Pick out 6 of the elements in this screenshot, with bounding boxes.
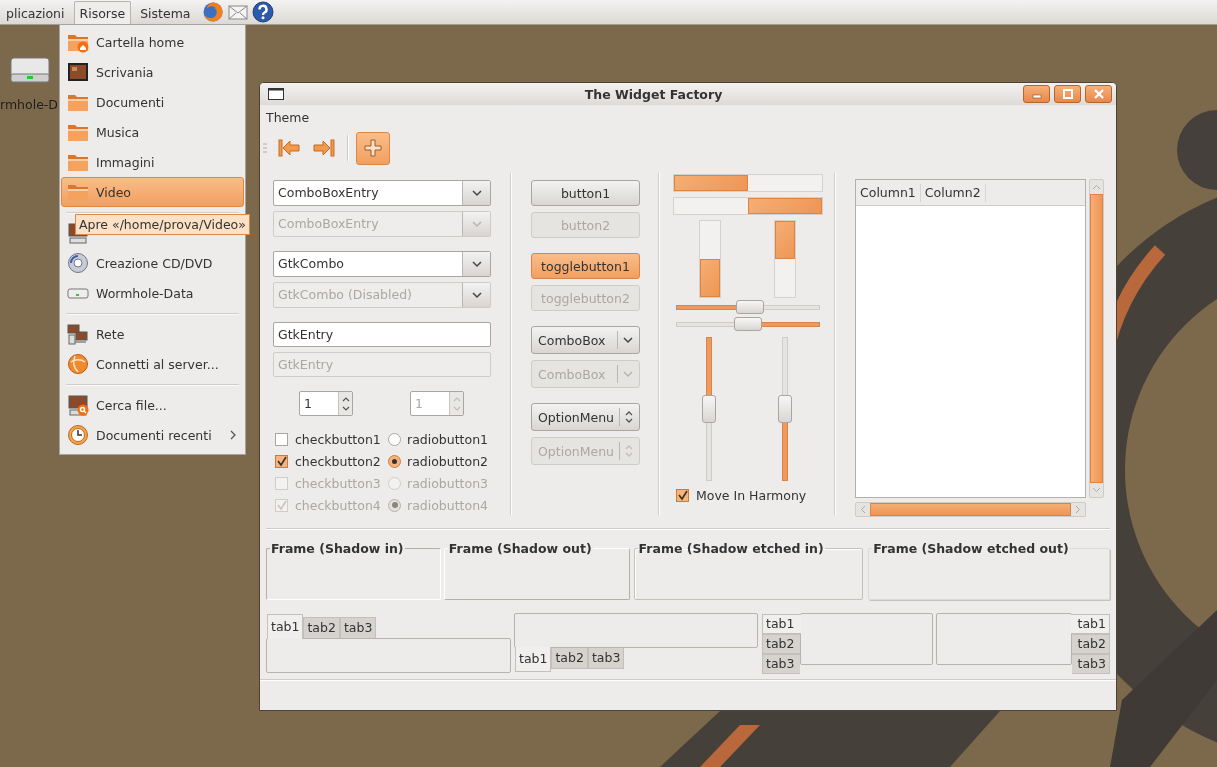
frame-label: Frame (Shadow etched in): [637, 541, 825, 556]
frame-label: Frame (Shadow out): [447, 541, 593, 556]
frame-label: Frame (Shadow etched out): [872, 541, 1070, 556]
window-title: The Widget Factory: [583, 86, 724, 102]
frame-label: Frame (Shadow in): [270, 541, 405, 556]
tooltip: Apre «/home/prova/Video»: [75, 214, 250, 235]
